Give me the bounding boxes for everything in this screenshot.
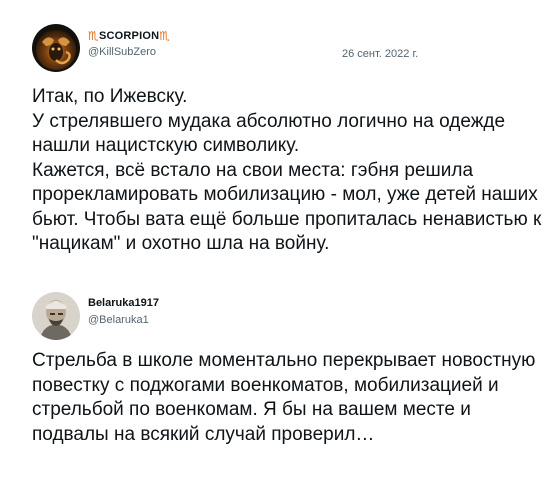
man-portrait-avatar-icon <box>32 292 80 340</box>
user-handle[interactable]: @Belaruka1 <box>88 314 149 326</box>
scorpion-emoji-right-icon: ♏ <box>159 29 171 43</box>
user-handle[interactable]: @KillSubZero <box>88 46 156 58</box>
display-name-text: SCORPION <box>98 30 160 42</box>
display-name[interactable]: Belaruka1917 <box>88 297 159 309</box>
avatar-belaruka[interactable] <box>32 292 80 340</box>
tweet-text: Итак, по Ижевску. У стрелявшего мудака а… <box>32 86 542 254</box>
tweet-date[interactable]: 26 сент. 2022 г. <box>342 48 418 60</box>
scorpion-avatar-icon <box>32 24 80 72</box>
avatar-scorpion[interactable] <box>32 24 80 72</box>
tweet-1: ♏SCORPION♏ @KillSubZero 26 сент. 2022 г.… <box>0 0 560 284</box>
tweet-text: Стрельба в школе моментально перекрывает… <box>32 350 536 445</box>
display-name[interactable]: ♏SCORPION♏ <box>88 29 170 43</box>
tweet-2: Belaruka1917 @Belaruka1 Стрельба в школе… <box>0 284 560 497</box>
scorpion-emoji-left-icon: ♏ <box>88 29 99 43</box>
